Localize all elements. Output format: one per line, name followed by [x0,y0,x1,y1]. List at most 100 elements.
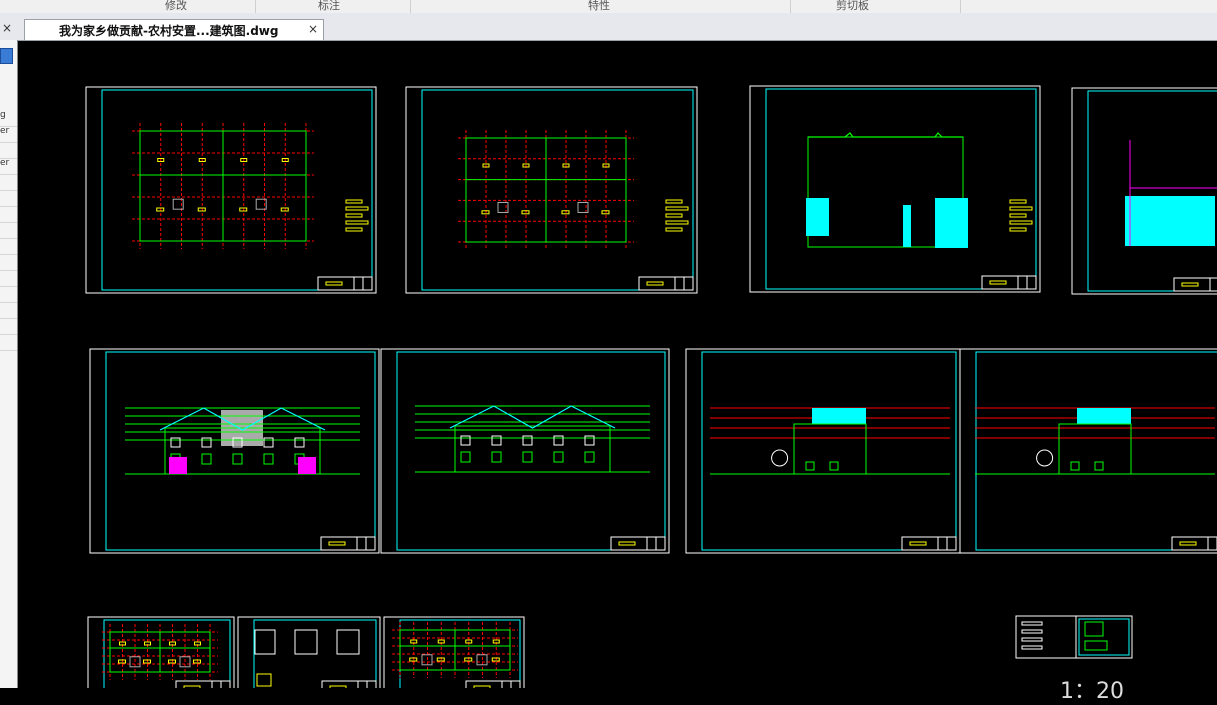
panel-row[interactable]: er [0,126,17,143]
detail-box [256,673,272,687]
panel-row[interactable] [0,206,17,223]
title-block-text [989,280,1007,285]
window [263,437,274,448]
sheet-inner-frame [105,351,376,551]
panel-row[interactable] [0,222,17,239]
cyan-fill [1125,196,1215,246]
legend-text [1021,637,1043,642]
detail-box [254,629,276,655]
title-block-text [1181,282,1199,287]
room-label [194,641,201,646]
tree-symbol [771,449,789,467]
ribbon-separator [960,0,961,13]
title-block-text [1179,541,1197,546]
detail-box [294,629,318,655]
room-label [119,641,126,646]
title-block [317,276,373,291]
room-label [144,641,151,646]
title-block-text [646,281,664,286]
legend-text [1009,206,1033,211]
panel-close-icon[interactable]: × [2,21,12,35]
room-label [437,639,445,644]
document-tab[interactable]: 我为家乡做贡献-农村安置...建筑图.dwg × [24,19,324,40]
drawing-canvas[interactable] [18,41,1217,688]
sheet-detail-1 [87,616,235,688]
title-block-text [618,541,636,546]
legend-text [665,220,689,225]
title-block [610,536,666,551]
legend-text [1021,629,1043,634]
legend-text [1009,220,1033,225]
sheet-south-elevation [89,348,380,554]
tree-symbol [1036,449,1054,467]
sheet-border [405,86,698,294]
title-block-text [328,541,346,546]
panel-row[interactable] [0,254,17,271]
panel-row[interactable] [0,142,17,159]
sheet-east-elevation [685,348,961,554]
panel-row[interactable]: er [0,158,17,175]
sheet-inner-frame [701,351,957,551]
legend-text [1009,213,1027,218]
sheet-detail-2 [237,616,381,688]
panel-row[interactable] [0,238,17,255]
legend-symbol [1084,621,1104,637]
magenta-fill [298,457,316,474]
window [491,451,502,463]
title-block [320,536,376,551]
legend-text [345,206,369,211]
elevation-wall [454,425,611,473]
ribbon-separator [255,0,256,13]
sheet-inner-frame [1087,90,1217,292]
room-label [169,641,176,646]
window [522,451,533,463]
roof-outline [808,132,963,138]
title-block-text [909,541,927,546]
detail-box [336,629,360,655]
legend-text [1009,227,1027,232]
window [201,453,212,465]
legend-text [1021,621,1043,626]
title-block-frame [1171,536,1217,551]
panel-row[interactable] [0,286,17,303]
ribbon-group-properties[interactable]: 特性 [588,0,610,13]
roof-outline [449,405,616,429]
panel-row[interactable]: g [0,110,17,127]
title-block-text [325,281,343,286]
title-block [638,276,694,291]
window [491,435,502,446]
close-icon[interactable]: × [308,22,318,36]
ribbon-group-modify[interactable]: 修改 [165,0,187,13]
room-label [465,639,473,644]
panel-tool-icon[interactable] [0,48,13,64]
sheet-second-floor-plan [405,86,698,294]
window [294,437,305,448]
window [1094,461,1104,471]
ribbon-group-annotate[interactable]: 标注 [318,0,340,13]
panel-row[interactable] [0,190,17,207]
sheet-roof-plan [749,85,1041,293]
title-block [1173,277,1217,292]
panel-row[interactable] [0,334,17,351]
legend-text [345,220,369,225]
window [584,435,595,446]
ribbon-group-bar: 修改 标注 特性 剪切板 [0,0,1217,14]
cyan-fill [812,408,866,424]
sheet-inner-frame [396,351,666,551]
panel-row[interactable] [0,270,17,287]
panel-row[interactable] [0,318,17,335]
window [201,437,212,448]
sheet-border [85,86,377,294]
legend-text [665,199,683,204]
panel-row[interactable] [0,174,17,191]
sheet-inner-frame [975,351,1217,551]
window [460,451,471,463]
ribbon-group-clipboard[interactable]: 剪切板 [836,0,869,13]
document-tab-title: 我为家乡做贡献-农村安置...建筑图.dwg [59,24,279,38]
sheet-first-floor-plan [85,86,377,294]
panel-row[interactable] [0,302,17,319]
sheet-legend [1015,615,1133,659]
legend-text [665,206,689,211]
sheet-border [380,348,670,554]
document-tab-bar: 我为家乡做贡献-农村安置...建筑图.dwg × [0,13,1217,41]
